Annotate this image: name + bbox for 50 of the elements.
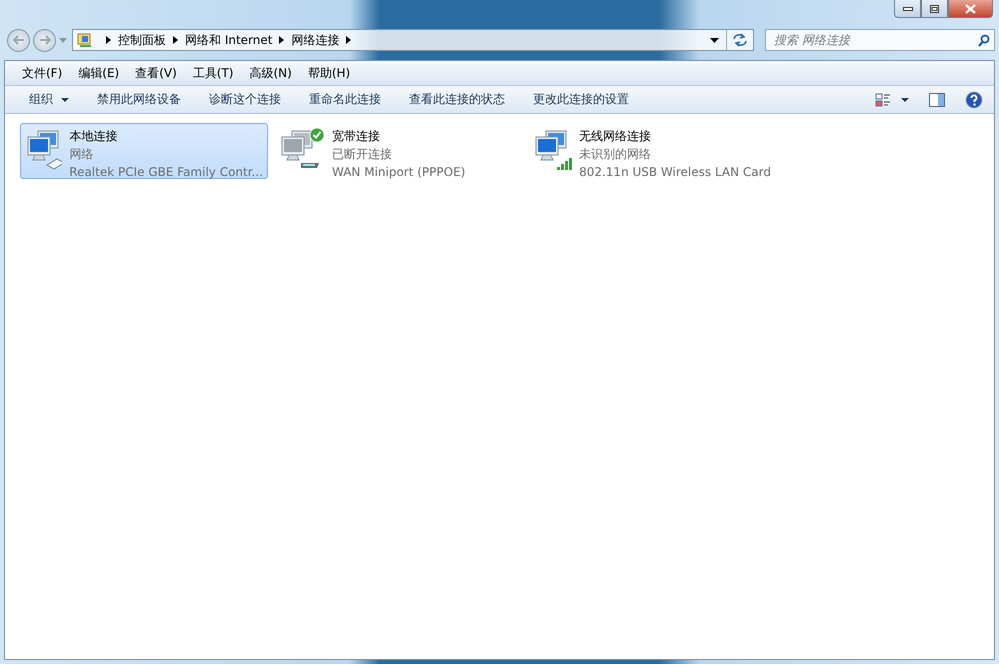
connection-name: 本地连接 bbox=[69, 128, 118, 145]
breadcrumb-arrow-icon[interactable] bbox=[173, 36, 178, 44]
connection-status: 未识别的网络 bbox=[579, 146, 652, 163]
menu-item[interactable]: 编辑(E) bbox=[70, 64, 128, 82]
connection-item[interactable]: 本地连接 网络 Realtek PCIe GBE Family Contr... bbox=[20, 123, 268, 179]
close-button[interactable] bbox=[948, 0, 993, 18]
arrow-right-icon bbox=[38, 35, 50, 45]
connection-name: 无线网络连接 bbox=[579, 128, 652, 145]
network-folder-icon bbox=[77, 32, 93, 48]
breadcrumb-item[interactable]: 控制面板 bbox=[118, 32, 166, 48]
caret-icon bbox=[61, 98, 69, 102]
view-options-icon[interactable] bbox=[875, 92, 909, 106]
connection-device: WAN Miniport (PPPOE) bbox=[332, 164, 466, 181]
refresh-icon bbox=[732, 33, 748, 47]
search-field[interactable]: 搜索 网络连接 bbox=[765, 29, 995, 51]
menu-item[interactable]: 查看(V) bbox=[127, 64, 185, 82]
breadcrumb-item[interactable]: 网络和 Internet bbox=[185, 32, 272, 48]
breadcrumb-arrow-icon[interactable] bbox=[346, 36, 352, 44]
network-computers-icon bbox=[279, 127, 325, 171]
preview-pane-icon[interactable] bbox=[929, 92, 945, 106]
toolbar-button[interactable]: 诊断这个连接 bbox=[195, 88, 295, 110]
minimize-button[interactable] bbox=[894, 0, 921, 18]
menu-item[interactable]: 文件(F) bbox=[14, 64, 70, 82]
connection-device: Realtek PCIe GBE Family Contr... bbox=[69, 164, 263, 181]
breadcrumb-arrow-icon[interactable] bbox=[279, 36, 284, 44]
address-dropdown-icon[interactable] bbox=[710, 38, 719, 42]
search-icon bbox=[978, 34, 990, 47]
toolbar-button[interactable]: 重命名此连接 bbox=[295, 88, 395, 110]
breadcrumb-item[interactable]: 网络连接 bbox=[291, 32, 340, 48]
breadcrumb-arrow-icon[interactable] bbox=[106, 36, 111, 44]
maximize-button[interactable] bbox=[921, 0, 948, 18]
connection-item[interactable]: 宽带连接 已断开连接 WAN Miniport (PPPOE) bbox=[274, 123, 522, 179]
arrow-left-icon bbox=[12, 35, 24, 45]
toolbar-button[interactable]: 查看此连接的状态 bbox=[395, 88, 519, 110]
menu-item[interactable]: 帮助(H) bbox=[300, 64, 358, 82]
address-bar[interactable]: 控制面板 网络和 Internet 网络连接 bbox=[72, 29, 754, 51]
menu-item[interactable]: 工具(T) bbox=[184, 64, 242, 82]
toolbar-button[interactable]: 禁用此网络设备 bbox=[83, 88, 195, 110]
toolbar-button[interactable]: 组织 bbox=[15, 88, 83, 110]
toolbar-button[interactable]: 更改此连接的设置 bbox=[519, 88, 643, 110]
help-icon[interactable] bbox=[965, 90, 983, 108]
close-icon bbox=[965, 4, 976, 14]
connection-status: 网络 bbox=[69, 146, 94, 163]
menu-item[interactable]: 高级(N) bbox=[242, 64, 300, 82]
maximize-icon bbox=[930, 4, 939, 12]
connection-status: 已断开连接 bbox=[332, 146, 393, 163]
connection-item[interactable]: 无线网络连接 未识别的网络 802.11n USB Wireless LAN Card bbox=[528, 123, 776, 179]
connection-name: 宽带连接 bbox=[332, 128, 381, 145]
minimize-icon bbox=[902, 6, 912, 10]
connection-device: 802.11n USB Wireless LAN Card bbox=[579, 164, 771, 181]
